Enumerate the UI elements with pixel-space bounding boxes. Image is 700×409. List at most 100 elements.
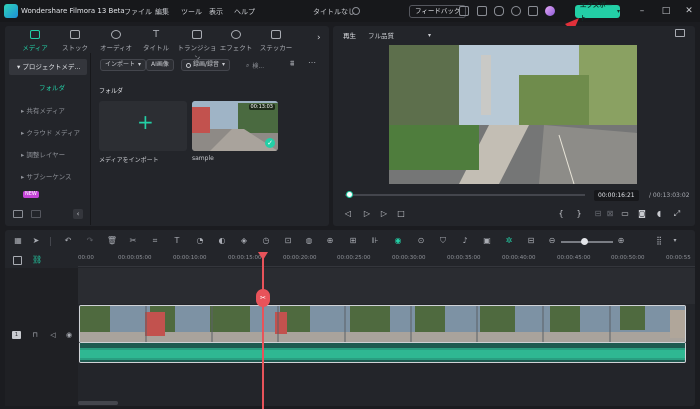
preview-scrubber[interactable]	[345, 194, 585, 196]
sidebar-item-subsequence[interactable]: ▸ サブシーケンスNEW	[9, 169, 87, 198]
color-icon[interactable]: ◐	[216, 235, 228, 247]
record-dropdown[interactable]: 録画/録音 ▾	[181, 59, 231, 71]
import-folder-icon[interactable]	[31, 210, 41, 218]
tick-label: 00:00:50:00	[611, 255, 645, 261]
video-clip[interactable]	[79, 305, 686, 343]
feedback-button[interactable]: フィードバック	[409, 5, 467, 18]
search-placeholder: 検...	[252, 63, 265, 70]
select-pointer-icon[interactable]: ➤	[30, 235, 42, 247]
chevron-down-icon[interactable]: ▾	[669, 235, 681, 247]
fit-icon[interactable]: ⊡	[282, 235, 294, 247]
undo-icon[interactable]: ↶	[62, 235, 74, 247]
menu-edit[interactable]: 編集	[155, 7, 169, 17]
tab-audio[interactable]: オーディオ	[98, 30, 134, 52]
audio-icon[interactable]: ◖	[654, 209, 664, 219]
monitor-icon[interactable]	[459, 6, 469, 16]
timeline-scrollbar[interactable]	[78, 401, 118, 405]
sidebar-item-folder[interactable]: フォルダ	[9, 80, 87, 96]
play-icon[interactable]: ▷	[379, 209, 389, 219]
scissors-icon[interactable]: ✂	[256, 289, 270, 307]
chevron-right-icon[interactable]: ›	[317, 33, 321, 43]
tick-label: 00:00:25:00	[337, 255, 371, 261]
quality-dropdown[interactable]: フル品質 ▾	[368, 30, 431, 41]
freeze-frame-icon[interactable]: ⊪	[369, 235, 381, 247]
keyframe-icon[interactable]: ◈	[238, 235, 250, 247]
sample-thumbnail[interactable]: 00:13:03 ✓	[192, 101, 278, 151]
search-input[interactable]: ⌕ 検...	[246, 61, 265, 71]
add-track-icon[interactable]	[13, 256, 22, 265]
sidebar-item-cloud-media[interactable]: ▸ クラウド メディア	[9, 125, 87, 141]
record-icon	[186, 62, 191, 68]
menu-view[interactable]: 表示	[209, 7, 223, 17]
display-settings-icon[interactable]: ▭	[620, 209, 630, 219]
split-scissors-icon[interactable]: ✂	[127, 235, 139, 247]
audio-stretch-icon[interactable]: ⊞	[347, 235, 359, 247]
timeline-ruler[interactable]: 00:00 00:00:05:00 00:00:10:00 00:00:15:0…	[78, 252, 695, 266]
delete-icon[interactable]: 🗑	[106, 235, 118, 247]
filter-icon[interactable]: ⩩	[290, 59, 294, 69]
grid-view-icon[interactable]: ⣿	[653, 235, 665, 247]
ai-image-button[interactable]: AI画像	[146, 59, 174, 71]
more-options-icon[interactable]: ⋯	[308, 58, 316, 67]
tab-effects[interactable]: エフェクト	[218, 30, 254, 52]
folder-lock-icon[interactable]: ⊓	[30, 330, 40, 340]
menu-file[interactable]: ファイル	[124, 7, 152, 17]
stop-icon[interactable]: □	[396, 209, 406, 219]
maximize-icon[interactable]: □	[660, 5, 672, 17]
menu-help[interactable]: ヘルプ	[234, 7, 255, 17]
zoom-out-icon[interactable]: ⊖	[546, 235, 558, 247]
fullscreen-icon[interactable]: ⤢	[672, 209, 682, 219]
zoom-slider-handle[interactable]	[581, 238, 588, 245]
audio-clip[interactable]	[79, 343, 686, 363]
sidebar-item-project-media[interactable]: ▾ プロジェクトメデ...	[9, 59, 87, 75]
render-preview-icon[interactable]: ⊟	[525, 235, 537, 247]
minimize-icon[interactable]: –	[636, 5, 648, 17]
link-icon[interactable]: ⛓	[32, 255, 42, 264]
new-folder-icon[interactable]	[13, 210, 23, 218]
timer-icon[interactable]: ◷	[260, 235, 272, 247]
tab-media[interactable]: メディア	[17, 30, 53, 52]
tick-label: 00:00:35:00	[447, 255, 481, 261]
menu-tools[interactable]: ツール	[181, 7, 202, 17]
save-icon[interactable]	[477, 6, 487, 16]
ai-tool-icon[interactable]: ⊕	[324, 235, 336, 247]
snap-icon[interactable]: ✲	[503, 235, 515, 247]
eye-icon[interactable]: ◉	[64, 330, 74, 340]
scrubber-handle[interactable]	[346, 191, 353, 198]
mute-icon[interactable]: ◁	[48, 330, 58, 340]
playhead[interactable]	[262, 252, 264, 409]
import-dropdown[interactable]: インポート ▾	[100, 59, 147, 71]
sample-name: sample	[192, 155, 214, 162]
tick-label: 00:00:55	[666, 255, 691, 261]
tab-label: メディア	[22, 44, 48, 52]
sidebar-item-shared-media[interactable]: ▸ 共有メディア	[9, 103, 87, 119]
close-icon[interactable]: ✕	[683, 5, 695, 17]
speed-icon[interactable]: ◔	[194, 235, 206, 247]
sidebar-item-adjustment-layer[interactable]: ▸ 調整レイヤー	[9, 147, 87, 163]
snapshot-icon[interactable]	[675, 29, 685, 37]
voiceover-icon[interactable]: ▣	[481, 235, 493, 247]
empty-track-area[interactable]	[78, 268, 695, 304]
mark-in-icon[interactable]: {	[556, 209, 566, 219]
tab-stock[interactable]: ストック	[57, 30, 93, 52]
mask-icon[interactable]: ◍	[303, 235, 315, 247]
step-forward-icon[interactable]: ▷	[362, 209, 372, 219]
auto-ripple-icon[interactable]: ◉	[392, 235, 404, 247]
redo-icon[interactable]: ↷	[84, 235, 96, 247]
previous-frame-icon[interactable]: ◁	[343, 209, 353, 219]
insert-icon[interactable]: ⊟	[593, 209, 603, 219]
tab-stickers[interactable]: ステッカー	[258, 30, 294, 52]
marker-icon[interactable]: ⊙	[415, 235, 427, 247]
zoom-in-icon[interactable]: ⊕	[615, 235, 627, 247]
crop-icon[interactable]: ⌗	[149, 235, 161, 247]
mark-out-icon[interactable]: }	[574, 209, 584, 219]
overwrite-icon[interactable]: ⊠	[605, 209, 615, 219]
collapse-sidebar-icon[interactable]: ‹	[73, 209, 83, 219]
shield-icon[interactable]: ⛉	[437, 235, 449, 247]
camera-icon[interactable]: ◙	[637, 209, 647, 219]
tab-titles[interactable]: T タイトル	[138, 30, 174, 53]
layout-icon[interactable]: ▦	[12, 235, 24, 247]
text-icon[interactable]: T	[171, 235, 183, 247]
tab-transitions[interactable]: トランジション	[177, 30, 217, 62]
microphone-icon[interactable]: ♪	[459, 235, 471, 247]
